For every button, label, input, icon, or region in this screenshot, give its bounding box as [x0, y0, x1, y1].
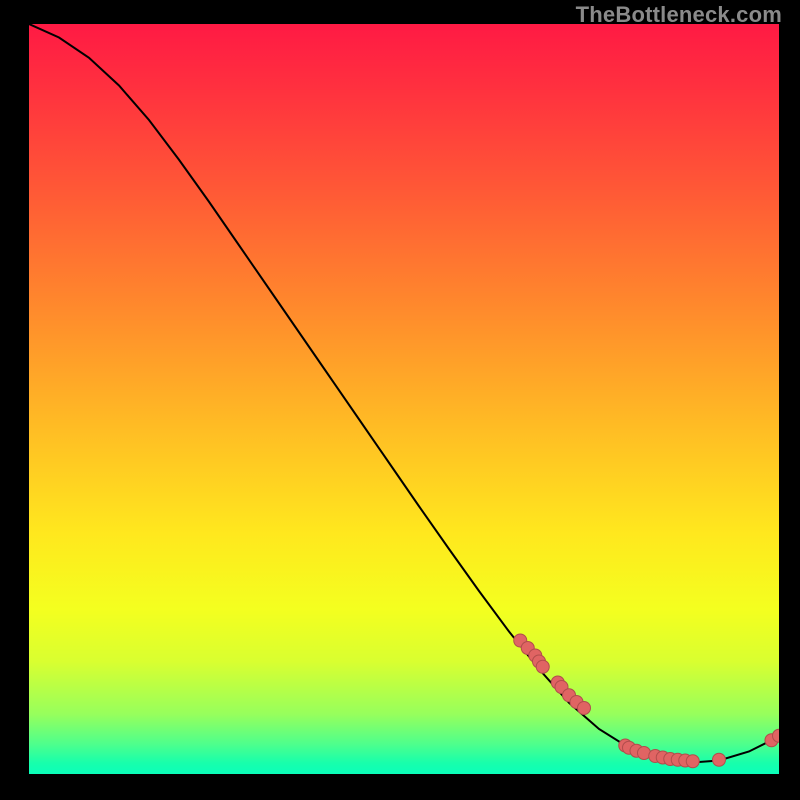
data-marker [713, 753, 726, 766]
bottleneck-curve [29, 24, 779, 763]
chart-stage: TheBottleneck.com [0, 0, 800, 800]
data-marker [686, 755, 699, 768]
data-marker [578, 702, 591, 715]
data-marker [536, 660, 549, 673]
marker-group [514, 634, 779, 768]
chart-svg [29, 24, 779, 774]
plot-area [29, 24, 779, 774]
